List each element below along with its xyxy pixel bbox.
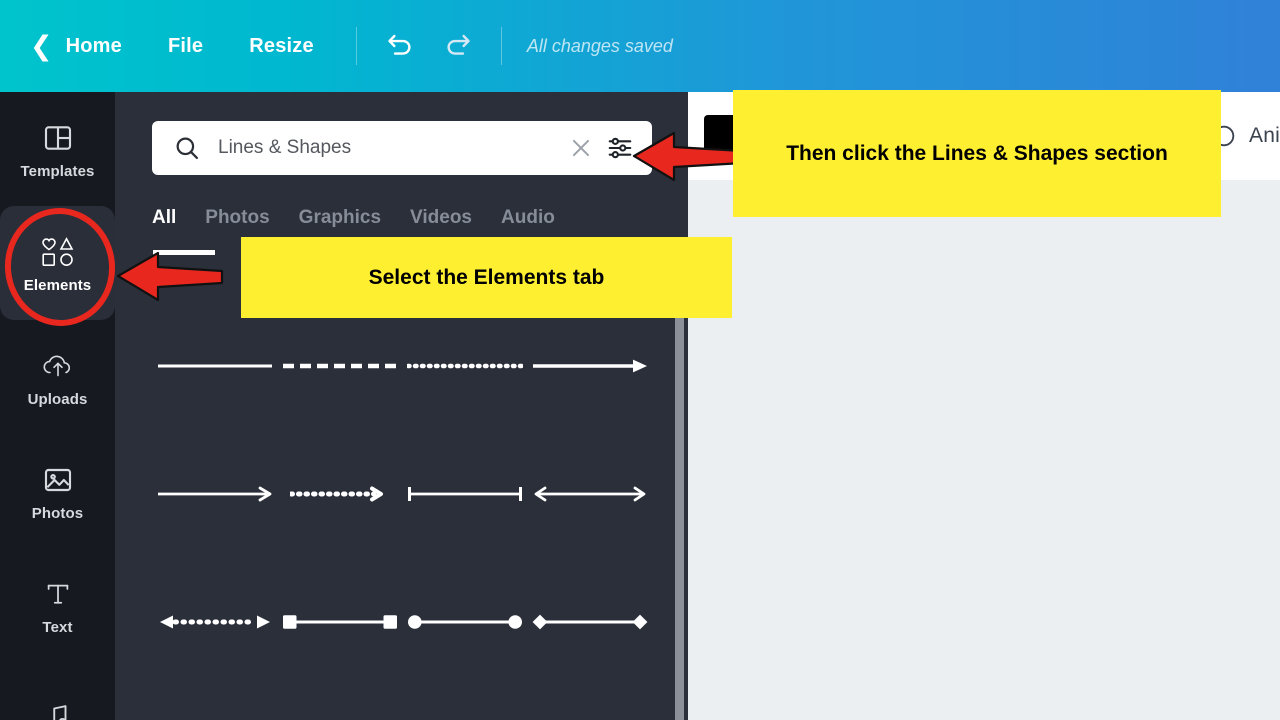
panel-tabs: All Photos Graphics Videos Audio (152, 207, 555, 229)
element-thin-arrow-right-line[interactable] (152, 430, 277, 558)
element-dotted-arrow-right-line[interactable] (277, 430, 402, 558)
templates-icon (42, 118, 74, 158)
element-shape-circle-preview[interactable] (527, 686, 652, 720)
toolbar-right-group: Ani (1211, 92, 1280, 180)
element-double-arrow-line[interactable] (527, 430, 652, 558)
photo-icon (42, 460, 74, 500)
sidebar-label-photos: Photos (31, 505, 84, 522)
sidebar-label-elements: Elements (23, 277, 92, 294)
text-icon (43, 574, 73, 614)
element-row (115, 558, 688, 686)
undo-icon[interactable] (385, 31, 415, 61)
sidebar-item-elements[interactable]: Elements (0, 206, 115, 320)
music-note-icon (43, 697, 73, 720)
left-sidebar: Templates Elements Uploads Photos Text (0, 92, 115, 720)
element-end-cap-line[interactable] (402, 430, 527, 558)
search-input[interactable] (218, 137, 568, 159)
search-icon (173, 134, 201, 162)
element-arrow-right-line[interactable] (527, 302, 652, 430)
tab-graphics[interactable]: Graphics (299, 207, 381, 229)
redo-icon[interactable] (443, 31, 473, 61)
annotation-callout-lines-shapes: Then click the Lines & Shapes section (733, 90, 1221, 217)
element-square-ends-line[interactable] (277, 558, 402, 686)
header-divider-2 (500, 27, 502, 65)
element-row (115, 430, 688, 558)
tab-photos[interactable]: Photos (205, 207, 269, 229)
sidebar-item-audio[interactable] (0, 662, 115, 720)
sidebar-item-text[interactable]: Text (0, 548, 115, 662)
element-dotted-line[interactable] (402, 302, 527, 430)
sidebar-label-uploads: Uploads (27, 391, 88, 408)
elements-icon (39, 232, 77, 272)
canva-editor-screen: ❮ Home File Resize All changes saved Tem… (0, 0, 1280, 720)
elements-panel: All Photos Graphics Videos Audio (115, 92, 688, 720)
element-circle-ends-line[interactable] (402, 558, 527, 686)
element-dashed-line[interactable] (277, 302, 402, 430)
annotation-callout-elements-tab: Select the Elements tab (241, 237, 732, 318)
sidebar-item-photos[interactable]: Photos (0, 434, 115, 548)
element-diamond-ends-line[interactable] (527, 558, 652, 686)
upload-cloud-icon (41, 346, 75, 386)
element-solid-line[interactable] (152, 302, 277, 430)
file-menu-button[interactable]: File (168, 35, 203, 58)
element-circle-outline-ends-line[interactable] (277, 686, 402, 720)
animate-button[interactable]: Ani (1249, 124, 1280, 148)
back-chevron-icon[interactable]: ❮ (30, 32, 53, 60)
search-bar[interactable] (152, 121, 652, 175)
sidebar-item-uploads[interactable]: Uploads (0, 320, 115, 434)
element-results-grid (115, 302, 688, 720)
home-button[interactable]: Home (66, 35, 122, 58)
resize-button[interactable]: Resize (249, 35, 314, 58)
tab-audio[interactable]: Audio (501, 207, 555, 229)
top-header-bar: ❮ Home File Resize All changes saved (0, 0, 1280, 92)
active-tab-underline (153, 250, 215, 255)
sidebar-label-templates: Templates (20, 163, 95, 180)
sidebar-item-templates[interactable]: Templates (0, 92, 115, 206)
header-divider (355, 27, 357, 65)
close-icon[interactable] (568, 135, 594, 161)
tab-videos[interactable]: Videos (410, 207, 472, 229)
element-diamond-outline-ends-line[interactable] (402, 686, 527, 720)
filter-sliders-icon[interactable] (606, 134, 634, 162)
element-row (115, 302, 688, 430)
tab-all[interactable]: All (152, 207, 176, 229)
sidebar-label-text: Text (42, 619, 73, 636)
save-status-text: All changes saved (526, 35, 673, 56)
element-dotted-double-arrow-line[interactable] (152, 558, 277, 686)
element-row (115, 686, 688, 720)
panel-scrollbar[interactable] (675, 285, 684, 720)
element-square-outline-ends-line[interactable] (152, 686, 277, 720)
